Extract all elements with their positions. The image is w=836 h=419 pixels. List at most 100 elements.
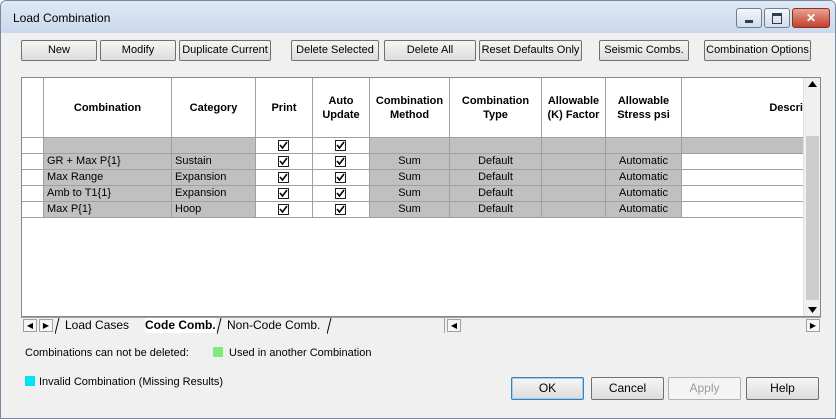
duplicate-current-button[interactable]: Duplicate Current bbox=[179, 40, 271, 61]
new-row-method[interactable] bbox=[370, 138, 450, 154]
tab-prev-button[interactable]: ◀ bbox=[23, 319, 37, 332]
auto-update-cell bbox=[313, 154, 370, 170]
category-cell[interactable]: Expansion bbox=[172, 170, 256, 186]
scroll-down-icon[interactable] bbox=[808, 307, 817, 313]
category-cell[interactable]: Expansion bbox=[172, 186, 256, 202]
col-header-description[interactable]: Descri bbox=[682, 78, 803, 138]
checkmark-icon bbox=[336, 189, 345, 198]
combination-cell[interactable]: Max Range bbox=[44, 170, 172, 186]
cancel-button[interactable]: Cancel bbox=[591, 377, 664, 400]
print-checkbox[interactable] bbox=[278, 172, 289, 183]
description-cell[interactable] bbox=[682, 202, 803, 218]
scroll-left-button[interactable]: ◀ bbox=[447, 319, 461, 332]
combination-options-button[interactable]: Combination Options bbox=[704, 40, 811, 61]
vertical-scrollbar[interactable] bbox=[803, 78, 820, 316]
title-bar[interactable]: Load Combination ✕ bbox=[1, 1, 835, 33]
type-cell[interactable]: Default bbox=[450, 170, 542, 186]
new-row-type[interactable] bbox=[450, 138, 542, 154]
new-button[interactable]: New bbox=[21, 40, 97, 61]
maximize-button[interactable] bbox=[764, 8, 790, 28]
apply-button[interactable]: Apply bbox=[668, 377, 741, 400]
category-cell[interactable]: Sustain bbox=[172, 154, 256, 170]
col-header-combination-type[interactable]: Combination Type bbox=[450, 78, 542, 138]
reset-defaults-button[interactable]: Reset Defaults Only bbox=[479, 40, 582, 61]
method-cell[interactable]: Sum bbox=[370, 154, 450, 170]
combination-grid[interactable]: Combination Category Print Auto Update C… bbox=[21, 77, 821, 317]
minimize-button[interactable] bbox=[736, 8, 762, 28]
horizontal-scrollbar[interactable]: ◀ ▶ bbox=[444, 318, 822, 333]
auto-update-checkbox[interactable] bbox=[335, 172, 346, 183]
checkmark-icon bbox=[279, 157, 288, 166]
scroll-right-button[interactable]: ▶ bbox=[806, 319, 820, 332]
combination-cell[interactable]: Amb to T1{1} bbox=[44, 186, 172, 202]
ok-button[interactable]: OK bbox=[511, 377, 584, 400]
print-checkbox[interactable] bbox=[278, 188, 289, 199]
stress-cell[interactable]: Automatic bbox=[606, 186, 682, 202]
new-row-combination[interactable] bbox=[44, 138, 172, 154]
tab-edge-icon bbox=[55, 318, 60, 334]
checkmark-icon bbox=[336, 157, 345, 166]
row-selector[interactable] bbox=[22, 202, 44, 218]
print-cell bbox=[256, 186, 313, 202]
new-row-auto-update-cell bbox=[313, 138, 370, 154]
load-combination-window: Load Combination ✕ New Modify Duplicate … bbox=[0, 0, 836, 419]
new-row-category[interactable] bbox=[172, 138, 256, 154]
combination-cell[interactable]: Max P{1} bbox=[44, 202, 172, 218]
new-row-description[interactable] bbox=[682, 138, 803, 154]
seismic-combs-button[interactable]: Seismic Combs. bbox=[599, 40, 689, 61]
method-cell[interactable]: Sum bbox=[370, 202, 450, 218]
delete-selected-button[interactable]: Delete Selected bbox=[291, 40, 379, 61]
type-cell[interactable]: Default bbox=[450, 186, 542, 202]
col-header-category[interactable]: Category bbox=[172, 78, 256, 138]
auto-update-checkbox[interactable] bbox=[335, 188, 346, 199]
combination-cell[interactable]: GR + Max P{1} bbox=[44, 154, 172, 170]
print-checkbox[interactable] bbox=[278, 140, 289, 151]
col-header-k-factor[interactable]: Allowable (K) Factor bbox=[542, 78, 606, 138]
print-checkbox[interactable] bbox=[278, 156, 289, 167]
tab-non-code-comb[interactable]: Non-Code Comb. bbox=[227, 318, 320, 333]
k-factor-cell[interactable] bbox=[542, 170, 606, 186]
print-checkbox[interactable] bbox=[278, 204, 289, 215]
description-cell[interactable] bbox=[682, 170, 803, 186]
col-header-combination[interactable]: Combination bbox=[44, 78, 172, 138]
row-selector[interactable] bbox=[22, 138, 44, 154]
scroll-up-icon[interactable] bbox=[808, 81, 817, 87]
description-cell[interactable] bbox=[682, 186, 803, 202]
row-selector[interactable] bbox=[22, 186, 44, 202]
help-button[interactable]: Help bbox=[746, 377, 819, 400]
tab-load-cases[interactable]: Load Cases bbox=[65, 318, 129, 333]
sheet-tab-bar: ◀ ▶ Load Cases Code Comb. Non-Code Comb.… bbox=[21, 317, 822, 334]
delete-all-button[interactable]: Delete All bbox=[384, 40, 476, 61]
col-header-combination-method[interactable]: Combination Method bbox=[370, 78, 450, 138]
auto-update-checkbox[interactable] bbox=[335, 204, 346, 215]
close-button[interactable]: ✕ bbox=[792, 8, 830, 28]
col-header-auto-update[interactable]: Auto Update bbox=[313, 78, 370, 138]
k-factor-cell[interactable] bbox=[542, 154, 606, 170]
tab-edge-icon bbox=[217, 318, 222, 334]
stress-cell[interactable]: Automatic bbox=[606, 170, 682, 186]
col-header-allowable-stress[interactable]: Allowable Stress psi bbox=[606, 78, 682, 138]
row-selector[interactable] bbox=[22, 170, 44, 186]
modify-button[interactable]: Modify bbox=[100, 40, 176, 61]
auto-update-checkbox[interactable] bbox=[335, 140, 346, 151]
tab-next-button[interactable]: ▶ bbox=[39, 319, 53, 332]
category-cell[interactable]: Hoop bbox=[172, 202, 256, 218]
k-factor-cell[interactable] bbox=[542, 202, 606, 218]
tab-code-comb[interactable]: Code Comb. bbox=[145, 318, 216, 333]
checkmark-icon bbox=[336, 173, 345, 182]
checkmark-icon bbox=[279, 141, 288, 150]
description-cell[interactable] bbox=[682, 154, 803, 170]
k-factor-cell[interactable] bbox=[542, 186, 606, 202]
stress-cell[interactable]: Automatic bbox=[606, 154, 682, 170]
row-selector[interactable] bbox=[22, 154, 44, 170]
vertical-scroll-thumb[interactable] bbox=[806, 136, 819, 300]
auto-update-checkbox[interactable] bbox=[335, 156, 346, 167]
new-row-stress[interactable] bbox=[606, 138, 682, 154]
new-row-k-factor[interactable] bbox=[542, 138, 606, 154]
stress-cell[interactable]: Automatic bbox=[606, 202, 682, 218]
method-cell[interactable]: Sum bbox=[370, 186, 450, 202]
method-cell[interactable]: Sum bbox=[370, 170, 450, 186]
type-cell[interactable]: Default bbox=[450, 154, 542, 170]
type-cell[interactable]: Default bbox=[450, 202, 542, 218]
col-header-print[interactable]: Print bbox=[256, 78, 313, 138]
